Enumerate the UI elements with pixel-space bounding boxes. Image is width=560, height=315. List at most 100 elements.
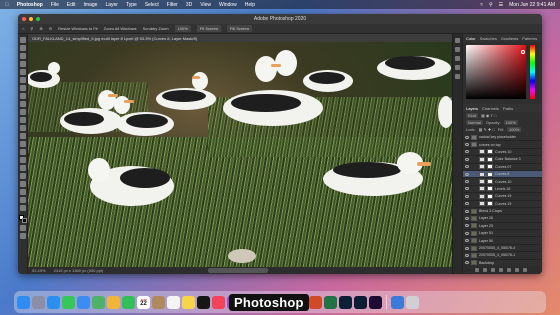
- scrubby-zoom-option[interactable]: Scrubby Zoom: [143, 26, 169, 31]
- filter-icons[interactable]: ▦ ◉ T □: [481, 113, 496, 118]
- adjustments-panel-icon[interactable]: [455, 56, 460, 61]
- zoom-all-windows-option[interactable]: Zoom All Windows: [104, 26, 137, 31]
- layer-row[interactable]: Layer 50: [463, 237, 542, 245]
- menu-3d[interactable]: 3D: [186, 2, 192, 8]
- home-icon[interactable]: ⌂: [22, 26, 24, 31]
- crop-tool-icon[interactable]: [19, 69, 26, 75]
- move-tool-icon[interactable]: [19, 37, 26, 43]
- status-zoom[interactable]: 53.49%: [32, 268, 46, 273]
- close-window-button[interactable]: [22, 17, 26, 21]
- menu-layer[interactable]: Layer: [105, 2, 118, 8]
- notes-icon[interactable]: [182, 295, 195, 309]
- link-layers-icon[interactable]: [475, 268, 479, 272]
- reminders-icon[interactable]: [167, 295, 180, 309]
- layer-row[interactable]: curves on top: [463, 141, 542, 149]
- brushes-panel-icon[interactable]: [455, 74, 460, 79]
- filter-kind-select[interactable]: Kind: [466, 113, 479, 118]
- visibility-eye-icon[interactable]: [465, 202, 469, 206]
- fill-input[interactable]: 100%: [507, 127, 522, 132]
- dodge-tool-icon[interactable]: [19, 149, 26, 155]
- new-layer-icon[interactable]: [515, 268, 519, 272]
- layer-row[interactable]: Curves 10: [463, 149, 542, 157]
- layer-row[interactable]: 20070005_4_050/76-1: [463, 252, 542, 260]
- visibility-eye-icon[interactable]: [465, 157, 469, 161]
- layer-mask-thumbnail[interactable]: [487, 186, 493, 192]
- visibility-eye-icon[interactable]: [465, 239, 469, 243]
- menu-type[interactable]: Type: [126, 2, 137, 8]
- document-canvas[interactable]: [28, 42, 452, 267]
- calendar-icon[interactable]: JUN 22: [137, 295, 150, 309]
- color-field[interactable]: [466, 45, 526, 99]
- layer-row[interactable]: Curves 8: [463, 170, 542, 179]
- tab-channels[interactable]: Channels: [482, 106, 499, 111]
- menu-app-name[interactable]: Photoshop: [17, 2, 43, 8]
- wifi-icon[interactable]: ≈: [480, 2, 483, 8]
- visibility-eye-icon[interactable]: [465, 165, 469, 169]
- layer-mask-thumbnail[interactable]: [487, 193, 493, 199]
- visibility-eye-icon[interactable]: [465, 216, 469, 220]
- zoom-tool-icon[interactable]: [19, 197, 26, 203]
- menu-file[interactable]: File: [51, 2, 59, 8]
- zoom-window-button[interactable]: [36, 17, 40, 21]
- shape-tool-icon[interactable]: [19, 181, 26, 187]
- layer-mask-thumbnail[interactable]: [487, 149, 493, 155]
- facetime-icon[interactable]: [122, 295, 135, 309]
- layer-row[interactable]: Curves 07: [463, 164, 542, 171]
- contacts-icon[interactable]: [152, 295, 165, 309]
- layer-row[interactable]: Layer 51: [463, 230, 542, 238]
- layer-row[interactable]: Layer 25: [463, 223, 542, 231]
- status-info[interactable]: 2415 px x 1360 px (300 ppi): [54, 268, 104, 273]
- search-icon[interactable]: ⚲: [489, 2, 493, 8]
- powerpoint-icon[interactable]: [309, 295, 322, 309]
- zoom-tool-icon[interactable]: ⚲: [30, 26, 33, 31]
- lightroom-icon[interactable]: [339, 295, 352, 309]
- trash-icon[interactable]: [523, 268, 527, 272]
- pen-tool-icon[interactable]: [19, 157, 26, 163]
- excel-icon[interactable]: [324, 295, 337, 309]
- color-picker-marker[interactable]: [521, 50, 525, 54]
- visibility-eye-icon[interactable]: [465, 143, 469, 147]
- type-tool-icon[interactable]: [19, 165, 26, 171]
- fill-screen-button[interactable]: Fill Screen: [227, 25, 252, 32]
- layer-row[interactable]: Curves 19: [463, 193, 542, 201]
- blend-mode-select[interactable]: Normal: [466, 120, 483, 125]
- tab-color[interactable]: Color: [466, 36, 476, 41]
- blur-tool-icon[interactable]: [19, 141, 26, 147]
- visibility-eye-icon[interactable]: [465, 180, 469, 184]
- zoom-100-button[interactable]: 100%: [174, 25, 191, 32]
- zoom-out-icon[interactable]: ⊖: [49, 26, 52, 31]
- layer-mask-thumbnail[interactable]: [487, 156, 493, 162]
- properties-panel-icon[interactable]: [455, 47, 460, 52]
- finder-icon[interactable]: [17, 295, 30, 309]
- minimize-window-button[interactable]: [29, 17, 33, 21]
- layer-mask-thumbnail[interactable]: [487, 164, 493, 170]
- clock[interactable]: Mon Jun 22 9:41 AM: [509, 2, 555, 8]
- frame-tool-icon[interactable]: [19, 77, 26, 83]
- apple-icon[interactable]: : [5, 2, 9, 8]
- visibility-eye-icon[interactable]: [465, 150, 469, 154]
- libraries-panel-icon[interactable]: [455, 65, 460, 70]
- mail-icon[interactable]: [77, 295, 90, 309]
- layer-row[interactable]: 20070005_4_050/76-4: [463, 245, 542, 253]
- layer-mask-thumbnail[interactable]: [487, 201, 493, 207]
- layer-row[interactable]: Color Balance 3: [463, 156, 542, 164]
- path-select-tool-icon[interactable]: [19, 173, 26, 179]
- tab-patterns[interactable]: Patterns: [522, 36, 537, 41]
- launchpad-icon[interactable]: [32, 295, 45, 309]
- eyedropper-tool-icon[interactable]: [19, 85, 26, 91]
- color-swatches[interactable]: [18, 215, 27, 223]
- background-color-swatch[interactable]: [21, 218, 27, 223]
- hand-tool-icon[interactable]: [19, 189, 26, 195]
- quick-select-tool-icon[interactable]: [19, 61, 26, 67]
- zoom-in-icon[interactable]: ⊕: [39, 26, 42, 31]
- fit-screen-button[interactable]: Fit Screen: [196, 25, 222, 32]
- menu-view[interactable]: View: [200, 2, 211, 8]
- eraser-tool-icon[interactable]: [19, 125, 26, 131]
- quick-mask-icon[interactable]: [19, 225, 26, 231]
- visibility-eye-icon[interactable]: [465, 172, 469, 176]
- premiere-icon[interactable]: [369, 295, 382, 309]
- history-panel-icon[interactable]: [455, 38, 460, 43]
- marquee-tool-icon[interactable]: [19, 45, 26, 51]
- layer-row[interactable]: vadual key placeholder: [463, 134, 542, 142]
- music-icon[interactable]: [212, 295, 225, 309]
